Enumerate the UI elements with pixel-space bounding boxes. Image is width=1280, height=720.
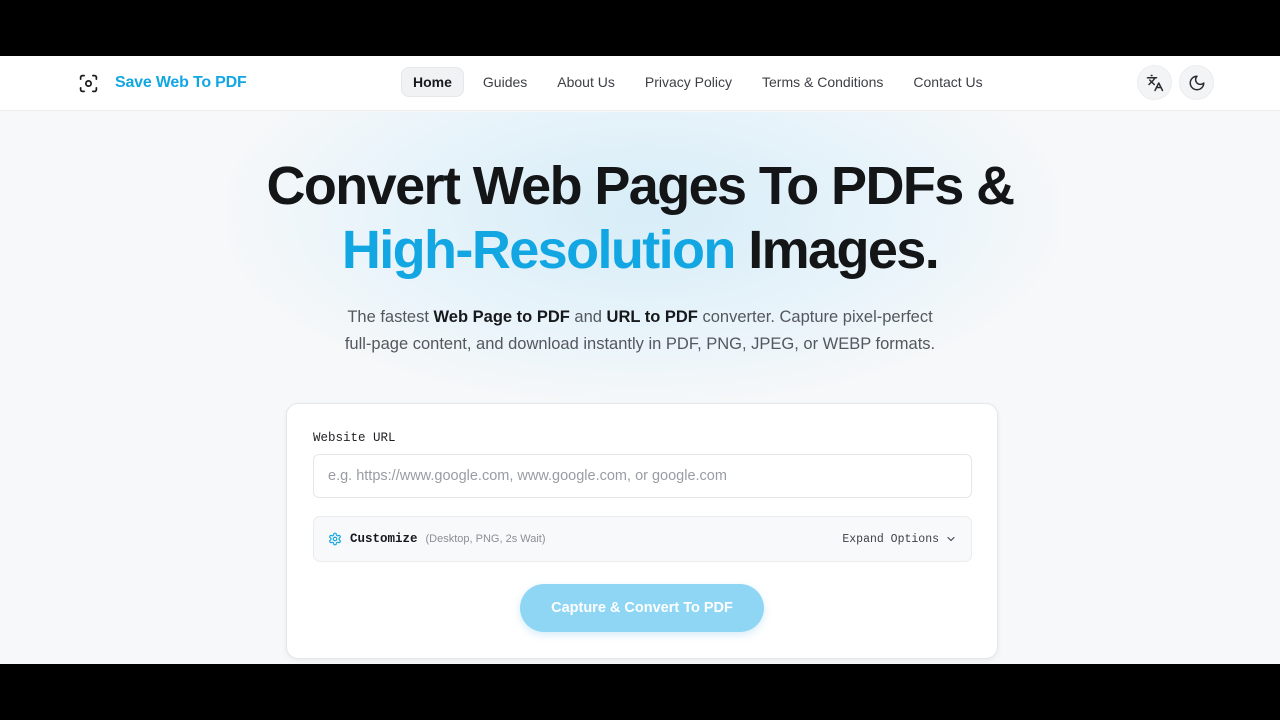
expand-options-label: Expand Options: [842, 532, 939, 546]
brand-logo-link[interactable]: Save Web To PDF: [78, 71, 247, 95]
converter-card: Website URL Customize (Desktop, PNG, 2s …: [286, 403, 998, 659]
theme-toggle-button[interactable]: [1179, 65, 1214, 100]
brand-name: Save Web To PDF: [115, 74, 247, 91]
website-url-input[interactable]: [313, 454, 972, 498]
hero-title: Convert Web Pages To PDFs & High-Resolut…: [0, 154, 1280, 282]
hero-sub-text-3: converter. Capture pixel-perfect: [697, 308, 933, 326]
nav-contact-us[interactable]: Contact Us: [898, 67, 997, 97]
hero-sub-text-2: and: [569, 308, 607, 326]
customize-label: Customize: [350, 532, 418, 546]
website-url-label: Website URL: [313, 431, 396, 445]
hero-subtitle: The fastest Web Page to PDF and URL to P…: [0, 304, 1280, 358]
site-header: Save Web To PDF Home Guides About Us Pri…: [0, 56, 1280, 111]
expand-options-button[interactable]: Expand Options: [842, 533, 957, 546]
nav-terms-conditions[interactable]: Terms & Conditions: [747, 67, 898, 97]
capture-convert-button[interactable]: Capture & Convert To PDF: [520, 584, 764, 632]
gear-icon: [328, 532, 350, 546]
nav-privacy-policy[interactable]: Privacy Policy: [630, 67, 747, 97]
hero-sub-text-1: The fastest: [347, 308, 434, 326]
hero-sub-bold-1: Web Page to PDF: [433, 308, 570, 326]
hero-title-accent: High-Resolution: [341, 220, 737, 280]
nav-home[interactable]: Home: [401, 67, 464, 97]
hero-sub-text-4: full-page content, and download instantl…: [344, 335, 936, 353]
hero-sub-bold-2: URL to PDF: [606, 308, 698, 326]
hero-title-line1: Convert Web Pages To PDFs &: [266, 156, 1016, 216]
page-frame: Save Web To PDF Home Guides About Us Pri…: [0, 56, 1280, 664]
translate-icon: [1146, 74, 1164, 92]
moon-icon: [1188, 74, 1206, 92]
language-button[interactable]: [1137, 65, 1172, 100]
focus-capture-icon: [78, 73, 99, 94]
nav-about-us[interactable]: About Us: [542, 67, 630, 97]
customize-options-toggle[interactable]: Customize (Desktop, PNG, 2s Wait) Expand…: [313, 516, 972, 562]
chevron-down-icon: [945, 533, 957, 545]
hero-title-line2: Images.: [734, 220, 940, 280]
main-nav: Home Guides About Us Privacy Policy Term…: [401, 66, 998, 98]
customize-summary: (Desktop, PNG, 2s Wait): [425, 533, 546, 545]
nav-guides[interactable]: Guides: [468, 67, 542, 97]
